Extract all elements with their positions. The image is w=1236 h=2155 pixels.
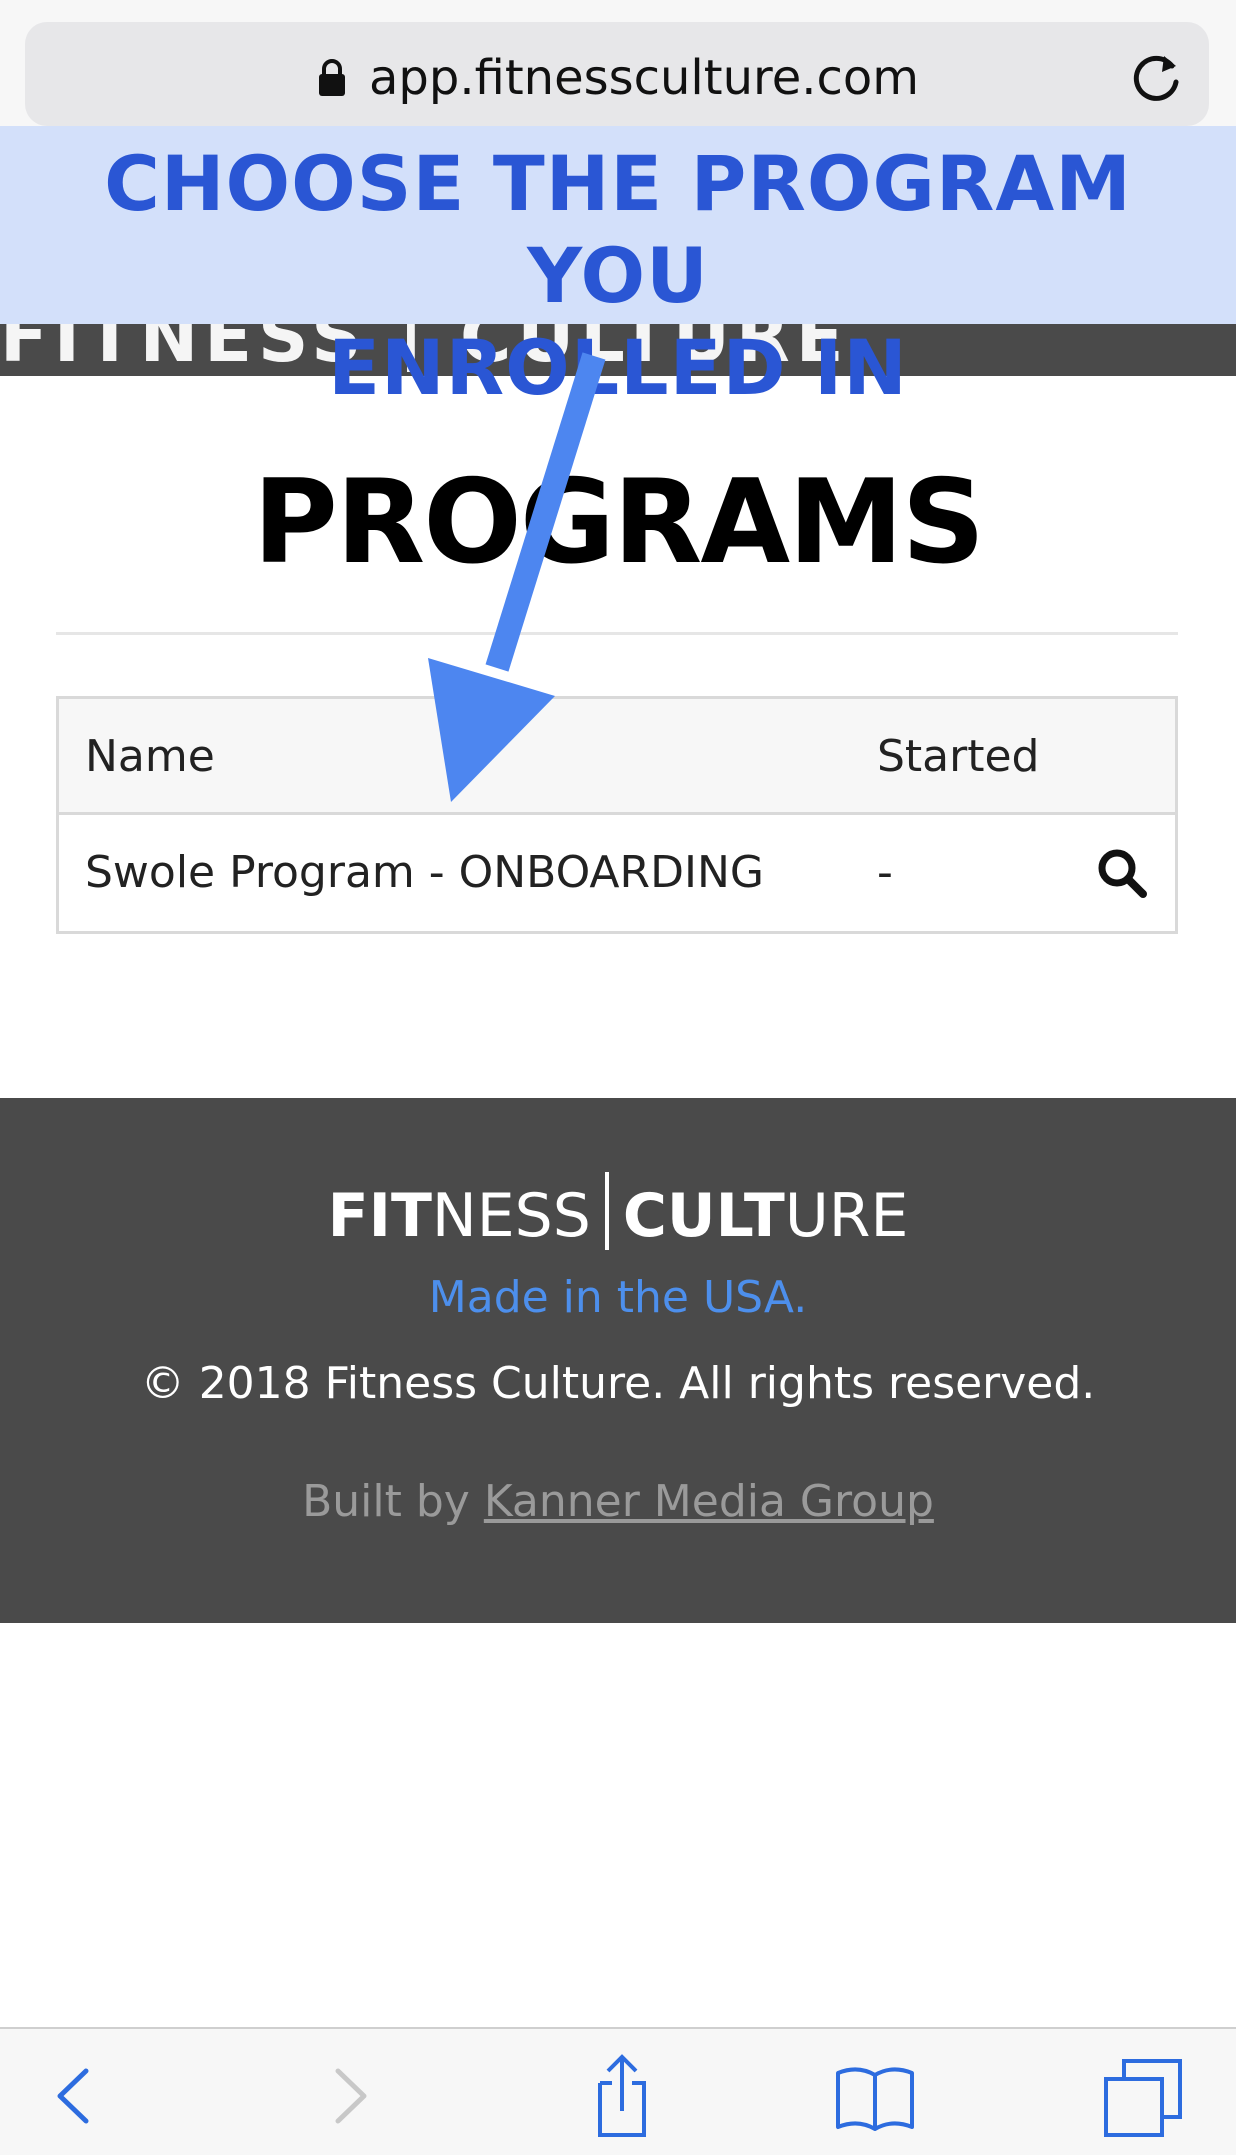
url-display[interactable]: app.fitnessculture.com xyxy=(0,50,1236,106)
browser-address-area: app.fitnessculture.com xyxy=(0,0,1236,126)
made-in-usa: Made in the USA. xyxy=(428,1272,808,1323)
lock-icon xyxy=(317,54,347,96)
back-icon[interactable] xyxy=(30,2051,120,2141)
column-header-started: Started xyxy=(877,731,1040,782)
url-text: app.fitnessculture.com xyxy=(368,50,919,106)
built-by: Built by Kanner Media Group xyxy=(0,1474,1236,1530)
programs-table: Name Started Swole Program - ONBOARDING … xyxy=(56,696,1178,934)
program-name[interactable]: Swole Program - ONBOARDING xyxy=(85,815,764,931)
reload-icon[interactable] xyxy=(1132,50,1184,106)
page-title: PROGRAMS xyxy=(252,455,985,590)
title-divider xyxy=(56,632,1178,635)
logo-divider xyxy=(604,1172,609,1250)
column-header-name: Name xyxy=(85,731,215,782)
table-row[interactable]: Swole Program - ONBOARDING - xyxy=(59,815,1175,931)
copyright: © 2018 Fitness Culture. All rights reser… xyxy=(140,1358,1096,1409)
bookmarks-icon[interactable] xyxy=(830,2051,920,2141)
built-by-link[interactable]: Kanner Media Group xyxy=(484,1476,934,1527)
browser-toolbar xyxy=(0,2027,1236,2155)
table-header-row: Name Started xyxy=(59,699,1175,815)
share-icon[interactable] xyxy=(570,2051,660,2141)
instruction-line-1: CHOOSE THE PROGRAM YOU xyxy=(104,139,1132,320)
forward-icon[interactable] xyxy=(304,2051,394,2141)
search-icon[interactable] xyxy=(1094,845,1150,901)
program-started: - xyxy=(877,847,893,898)
instruction-banner: CHOOSE THE PROGRAM YOU ENROLLED IN xyxy=(0,126,1236,412)
tabs-icon[interactable] xyxy=(1098,2051,1188,2141)
instruction-text: CHOOSE THE PROGRAM YOU ENROLLED IN xyxy=(40,138,1196,414)
footer-logo[interactable]: FITNESS CULTURE xyxy=(0,1172,1236,1256)
instruction-line-2: ENROLLED IN xyxy=(328,323,908,412)
site-footer: FITNESS CULTURE Made in the USA. © 2018 F… xyxy=(0,1098,1236,1623)
built-by-prefix: Built by xyxy=(302,1476,484,1527)
